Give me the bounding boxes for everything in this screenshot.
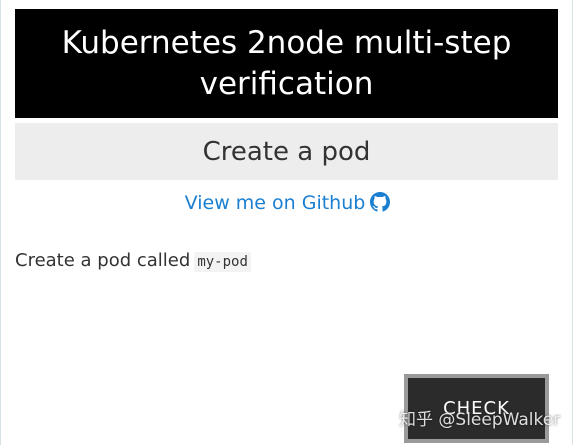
check-button[interactable]: CHECK xyxy=(404,374,549,443)
scenario-page: Kubernetes 2node multi-step verification… xyxy=(0,0,573,445)
step-header: Create a pod xyxy=(15,123,558,180)
task-instruction: Create a pod called my-pod xyxy=(15,250,251,272)
github-link[interactable]: View me on Github xyxy=(1,192,573,217)
step-title: Create a pod xyxy=(202,136,371,167)
pod-name-code: my-pod xyxy=(194,252,251,272)
header-bar: Kubernetes 2node multi-step verification xyxy=(15,9,558,118)
github-icon xyxy=(370,192,391,217)
github-link-label: View me on Github xyxy=(184,192,366,214)
task-text: Create a pod called xyxy=(15,250,191,271)
page-title: Kubernetes 2node multi-step verification xyxy=(61,24,512,102)
